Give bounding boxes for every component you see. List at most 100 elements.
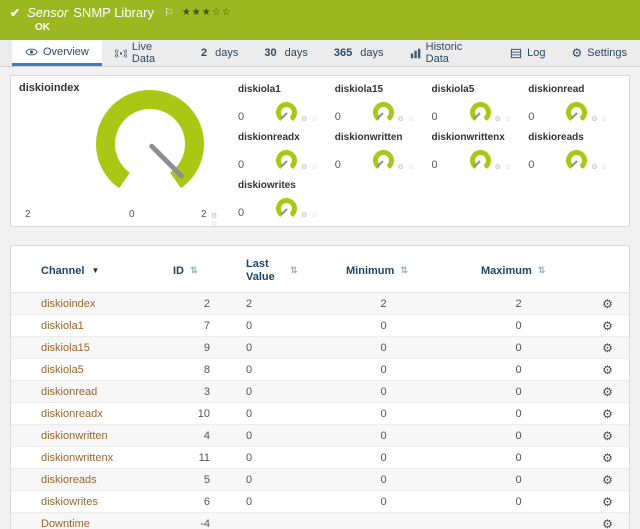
channel-settings-icon[interactable]: ⚙ <box>602 341 613 355</box>
mini-gauge-dial <box>276 150 297 171</box>
gauge-settings-favorite-icons[interactable]: ⚙ ☆ <box>301 115 319 123</box>
table-row: diskioreads 5 0 0 0 ⚙ <box>11 469 629 491</box>
channel-settings-icon[interactable]: ⚙ <box>602 407 613 421</box>
table-row: diskionwritten 4 0 0 0 ⚙ <box>11 425 629 447</box>
tab-settings[interactable]: ⚙ Settings <box>558 40 640 66</box>
mini-gauge-dial <box>276 198 297 219</box>
gauge-settings-favorite-icons[interactable]: ⚙ ☆ <box>495 115 513 123</box>
channel-link[interactable]: diskionread <box>11 381 161 403</box>
sort-icon[interactable]: ⇅ <box>400 265 408 275</box>
column-header-actions <box>586 246 629 293</box>
channel-link[interactable]: diskionreadx <box>11 403 161 425</box>
gauge-settings-favorite-icons[interactable]: ⚙ ☆ <box>591 163 609 171</box>
column-header-channel[interactable]: Channel ▼ <box>11 246 161 293</box>
tab-365-days[interactable]: 365 days <box>321 40 397 66</box>
tab-live-data[interactable]: Live Data <box>102 40 188 66</box>
column-header-maximum[interactable]: Maximum ⇅ <box>451 246 586 293</box>
tab-historic-data[interactable]: Historic Data <box>397 40 498 66</box>
mini-gauge-diskiola1: diskiola1 0 ⚙ ☆ <box>236 82 333 130</box>
channel-settings-icon[interactable]: ⚙ <box>602 319 613 333</box>
column-header-id[interactable]: ID ⇅ <box>161 246 216 293</box>
channel-link[interactable]: diskiola15 <box>11 337 161 359</box>
mini-gauge-diskiola5: diskiola5 0 ⚙ ☆ <box>430 82 527 130</box>
table-row: diskiowrites 6 0 0 0 ⚙ <box>11 491 629 513</box>
mini-gauge-diskiowrites: diskiowrites 0 ⚙ ☆ <box>236 178 333 226</box>
mini-gauge-diskiola15: diskiola15 0 ⚙ ☆ <box>333 82 430 130</box>
mini-gauge-dial <box>470 102 491 123</box>
tab-number: 365 <box>334 47 352 59</box>
sort-desc-icon[interactable]: ▼ <box>91 266 99 275</box>
gauge-settings-favorite-icons[interactable]: ⚙ ☆ <box>398 115 416 123</box>
gauge-settings-favorite-icons[interactable]: ⚙ ☆ <box>301 211 319 219</box>
column-header-last-value[interactable]: Last Value ⇅ <box>216 246 316 293</box>
mini-gauge-dial <box>566 150 587 171</box>
table-row: diskionread 3 0 0 0 ⚙ <box>11 381 629 403</box>
overview-eye-icon <box>25 47 38 57</box>
mini-gauge-value: 0 <box>238 111 276 123</box>
tab-2-days[interactable]: 2 days <box>188 40 251 66</box>
column-header-minimum[interactable]: Minimum ⇅ <box>316 246 451 293</box>
tab-label: Live Data <box>132 41 175 65</box>
channels-table: Channel ▼ ID ⇅ Last Value ⇅ Minimum ⇅ <box>11 246 629 529</box>
channel-settings-icon[interactable]: ⚙ <box>602 429 613 443</box>
tab-30-days[interactable]: 30 days <box>251 40 321 66</box>
scale-zero-label: 0 <box>129 209 135 220</box>
sort-icon[interactable]: ⇅ <box>290 265 298 275</box>
tab-label: days <box>285 47 308 59</box>
channel-settings-icon[interactable]: ⚙ <box>602 517 613 529</box>
gauge-settings-favorite-icons[interactable]: ⚙ ☆ <box>591 115 609 123</box>
tab-number: 2 <box>201 47 207 59</box>
mini-gauge-value: 0 <box>432 111 470 123</box>
sort-icon[interactable]: ⇅ <box>190 265 198 275</box>
channel-settings-icon[interactable]: ⚙ <box>602 473 613 487</box>
tab-label: days <box>360 47 383 59</box>
gauge-settings-favorite-icons[interactable]: ⚙ ☆ <box>495 163 513 171</box>
big-gauge-block: diskioindex 2 0 2 ⚙ ☆ <box>11 76 226 226</box>
mini-gauge-value: 0 <box>238 159 276 171</box>
channel-link[interactable]: Downtime <box>11 513 161 529</box>
sensor-header: ✔ Sensor SNMP Library ⚐ ★★★☆☆ OK <box>0 0 640 40</box>
channel-link[interactable]: diskioindex <box>11 293 161 315</box>
gauges-panel: diskioindex 2 0 2 ⚙ ☆ diskiola1 0 ⚙ ☆ <box>10 75 630 227</box>
mini-gauge-diskionread: diskionread 0 ⚙ ☆ <box>526 82 623 130</box>
mini-gauges-grid: diskiola1 0 ⚙ ☆ diskiola15 0 ⚙ ☆ diskiol… <box>226 76 629 226</box>
mini-gauge-diskionwritten: diskionwritten 0 ⚙ ☆ <box>333 130 430 178</box>
gauge-settings-favorite-icons[interactable]: ⚙ ☆ <box>398 163 416 171</box>
mini-gauge-value: 0 <box>335 159 373 171</box>
tab-number: 30 <box>264 47 276 59</box>
sensor-kind-label: Sensor <box>27 5 68 20</box>
tab-bar: Overview Live Data 2 days 30 days 365 da… <box>0 40 640 67</box>
gear-icon: ⚙ <box>571 47 582 59</box>
channel-link[interactable]: diskionwrittenx <box>11 447 161 469</box>
gauge-settings-favorite-icons[interactable]: ⚙ ☆ <box>301 163 319 171</box>
status-check-icon: ✔ <box>10 6 20 20</box>
priority-stars[interactable]: ★★★☆☆ <box>182 7 232 18</box>
tab-overview[interactable]: Overview <box>12 40 102 66</box>
tab-label: Historic Data <box>426 41 484 65</box>
channel-link[interactable]: diskiola5 <box>11 359 161 381</box>
log-list-icon <box>510 48 522 59</box>
channel-settings-icon[interactable]: ⚙ <box>602 363 613 377</box>
big-gauge-scale: 2 0 2 ⚙ ☆ <box>11 209 226 221</box>
mini-gauge-diskionwrittenx: diskionwrittenx 0 ⚙ ☆ <box>430 130 527 178</box>
big-gauge-channel-label: diskioindex <box>19 82 80 94</box>
table-header-row: Channel ▼ ID ⇅ Last Value ⇅ Minimum ⇅ <box>11 246 629 293</box>
channel-link[interactable]: diskiola1 <box>11 315 161 337</box>
sort-icon[interactable]: ⇅ <box>538 265 546 275</box>
gauge-settings-favorite-icons[interactable]: ⚙ ☆ <box>211 212 226 228</box>
channel-settings-icon[interactable]: ⚙ <box>602 495 613 509</box>
table-row: diskiola1 7 0 0 0 ⚙ <box>11 315 629 337</box>
mini-gauge-diskioreads: diskioreads 0 ⚙ ☆ <box>526 130 623 178</box>
channel-settings-icon[interactable]: ⚙ <box>602 297 613 311</box>
channel-link[interactable]: diskionwritten <box>11 425 161 447</box>
channel-settings-icon[interactable]: ⚙ <box>602 451 613 465</box>
tab-label: Settings <box>587 47 627 59</box>
mini-gauge-dial <box>470 150 491 171</box>
flag-icon[interactable]: ⚐ <box>164 6 174 19</box>
tab-log[interactable]: Log <box>497 40 558 66</box>
channel-link[interactable]: diskiowrites <box>11 491 161 513</box>
table-row: Downtime -4 ⚙ <box>11 513 629 529</box>
scale-max-label: 2 <box>201 209 207 220</box>
channel-settings-icon[interactable]: ⚙ <box>602 385 613 399</box>
channel-link[interactable]: diskioreads <box>11 469 161 491</box>
